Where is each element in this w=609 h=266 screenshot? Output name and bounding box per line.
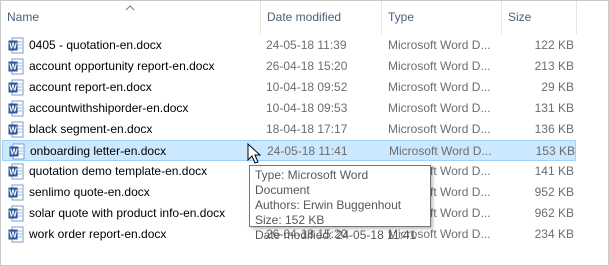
tooltip-date-modified: Date modified: 24-05-18 11:41	[255, 228, 417, 242]
file-name: onboarding letter-en.docx	[30, 144, 167, 158]
file-size: 29 KB	[541, 80, 574, 94]
sort-ascending-arrow-icon	[125, 5, 135, 11]
word-document-icon: W	[8, 184, 24, 201]
word-document-icon: W	[9, 143, 25, 160]
column-header-type[interactable]: Type	[388, 1, 414, 34]
file-type: Microsoft Word D...	[388, 38, 491, 52]
svg-text:W: W	[9, 84, 17, 93]
svg-text:W: W	[9, 105, 17, 114]
tooltip-type: Type: Microsoft Word Document	[255, 168, 369, 197]
file-size: 234 KB	[534, 227, 574, 241]
file-size: 962 KB	[534, 206, 574, 220]
column-header-name[interactable]: Name	[7, 1, 39, 34]
word-document-icon: W	[8, 121, 24, 138]
svg-text:W: W	[9, 189, 17, 198]
file-name: account opportunity report-en.docx	[29, 59, 215, 73]
file-date-modified: 10-04-18 09:53	[266, 101, 348, 115]
mouse-pointer-icon	[247, 143, 262, 164]
file-type: Microsoft Word D...	[388, 101, 491, 115]
file-row[interactable]: Waccount report-en.docx 10-04-18 09:52 Mic…	[2, 77, 576, 98]
column-divider[interactable]	[501, 1, 502, 34]
file-name: account report-en.docx	[29, 80, 152, 94]
file-type: Microsoft Word D...	[388, 80, 491, 94]
file-type: Microsoft Word D...	[389, 144, 492, 158]
file-date-modified: 18-04-18 17:17	[266, 122, 348, 136]
column-header-date-modified[interactable]: Date modified	[267, 1, 341, 34]
file-row[interactable]: Waccountwithshiporder-en.docx 10-04-18 09…	[2, 98, 576, 119]
file-name: black segment-en.docx	[29, 122, 153, 136]
file-size: 141 KB	[534, 164, 574, 178]
word-document-icon: W	[8, 79, 24, 96]
svg-text:W: W	[9, 168, 17, 177]
column-header-size[interactable]: Size	[508, 1, 531, 34]
file-size: 122 KB	[534, 38, 574, 52]
column-divider[interactable]	[381, 1, 382, 34]
svg-text:W: W	[9, 63, 17, 72]
word-document-icon: W	[8, 58, 24, 75]
file-row[interactable]: Wonboarding letter-en.docx 24-05-18 11:41…	[2, 140, 576, 161]
column-header-bar: Name Date modified Type Size	[1, 1, 608, 34]
file-type: Microsoft Word D...	[388, 122, 491, 136]
file-size: 213 KB	[534, 59, 574, 73]
file-explorer-list: Name Date modified Type Size W 0405 - quo…	[0, 0, 609, 266]
file-row[interactable]: W 0405 - quotation-en.docx 24-05-18 11:39 M…	[2, 35, 576, 56]
file-date-modified: 24-05-18 11:41	[267, 144, 348, 158]
file-name: quotation demo template-en.docx	[29, 164, 208, 178]
column-divider[interactable]	[260, 1, 261, 34]
file-size: 131 KB	[534, 101, 574, 115]
tooltip-size: Size: 152 KB	[255, 213, 325, 227]
file-row[interactable]: Wblack segment-en.docx 18-04-18 17:17 Micr…	[2, 119, 576, 140]
svg-text:W: W	[10, 148, 18, 157]
file-size: 952 KB	[534, 185, 574, 199]
file-size: 153 KB	[535, 144, 575, 158]
word-document-icon: W	[8, 205, 24, 222]
file-name: work order report-en.docx	[29, 227, 167, 241]
file-name: accountwithshiporder-en.docx	[29, 101, 189, 115]
column-divider[interactable]	[576, 1, 577, 34]
file-date-modified: 10-04-18 09:52	[266, 80, 348, 94]
file-size: 136 KB	[534, 122, 574, 136]
file-info-tooltip: Type: Microsoft Word Document Authors: E…	[249, 165, 431, 242]
file-date-modified: 26-04-18 15:20	[266, 59, 348, 73]
word-document-icon: W	[8, 163, 24, 180]
word-document-icon: W	[8, 100, 24, 117]
file-date-modified: 24-05-18 11:39	[266, 38, 347, 52]
file-type: Microsoft Word D...	[388, 59, 491, 73]
word-document-icon: W	[8, 226, 24, 243]
file-name: senlimo quote-en.docx	[29, 185, 150, 199]
tooltip-authors: Authors: Erwin Buggenhout	[255, 198, 402, 212]
file-row[interactable]: Waccount opportunity report-en.docx 26-04…	[2, 56, 576, 77]
svg-text:W: W	[9, 231, 17, 240]
svg-text:W: W	[9, 210, 17, 219]
svg-text:W: W	[9, 126, 17, 135]
word-document-icon: W	[8, 37, 24, 54]
svg-text:W: W	[9, 42, 17, 51]
file-name: solar quote with product info-en.docx	[29, 206, 226, 220]
file-name: 0405 - quotation-en.docx	[29, 38, 162, 52]
